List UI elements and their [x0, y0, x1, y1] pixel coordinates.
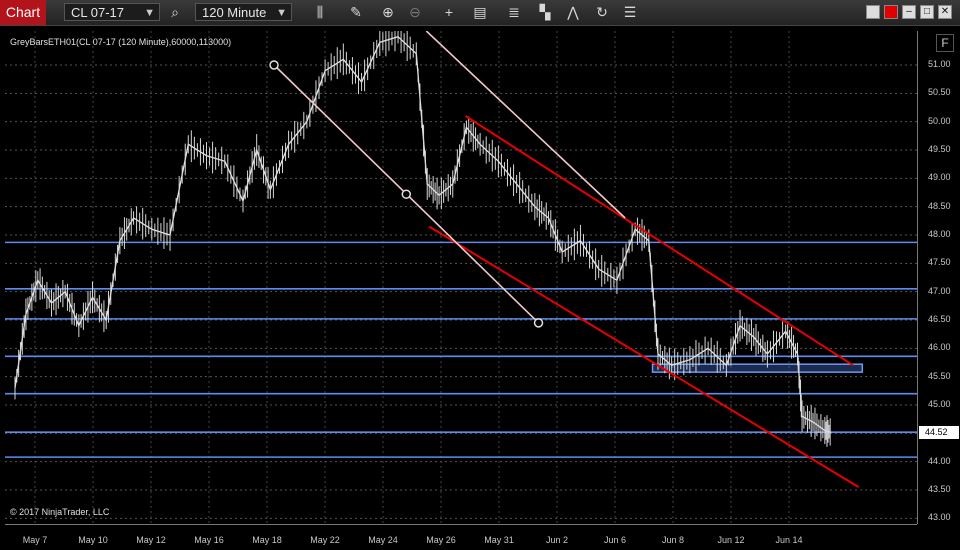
time-tick-label: May 31 — [484, 535, 514, 545]
copyright-text: © 2017 NinjaTrader, LLC — [10, 507, 110, 517]
time-tick-label: May 16 — [194, 535, 224, 545]
time-axis[interactable]: May 7 May 10 May 12 May 16 May 18 May 22 May 2… — [5, 524, 917, 550]
zoom-in-icon[interactable]: ⊕ — [379, 3, 397, 21]
time-tick-label: May 7 — [22, 535, 48, 545]
strategy-icon[interactable]: ≣ — [505, 3, 523, 21]
f-button[interactable]: F — [936, 34, 954, 52]
drawing-tools-icon[interactable]: ⋀ — [564, 3, 582, 21]
crosshair-icon[interactable]: + — [440, 3, 458, 21]
minimize-icon[interactable]: – — [902, 5, 916, 19]
search-icon[interactable]: ⌕ — [166, 3, 184, 21]
data-box-icon[interactable]: ▤ — [471, 3, 489, 21]
price-tick-label: 49.50 — [928, 144, 951, 154]
price-tick-label: 50.50 — [928, 87, 951, 98]
link-color-swatch[interactable] — [884, 5, 898, 19]
time-tick-label: May 18 — [252, 535, 282, 545]
interval-selector[interactable]: 120 Minute ▼ — [195, 3, 292, 21]
time-tick-label: Jun 2 — [545, 535, 569, 545]
close-icon[interactable]: ✕ — [938, 5, 952, 19]
properties-icon[interactable]: ☰ — [621, 3, 639, 21]
pencil-icon[interactable]: ✎ — [347, 3, 365, 21]
price-tick-label: 46.50 — [928, 314, 951, 324]
price-tick-label: 49.00 — [928, 172, 951, 183]
price-tick-label: 44.00 — [928, 455, 951, 466]
drawing-handle — [401, 189, 412, 199]
time-tick-label: Jun 6 — [603, 535, 627, 545]
price-tick-label: 50.00 — [928, 115, 951, 126]
series-label: GreyBarsETH01(CL 07-17 (120 Minute),6000… — [10, 37, 232, 47]
last-price-marker: 44.52 — [919, 426, 959, 440]
price-tick-label: 48.50 — [928, 200, 951, 211]
price-axis[interactable]: 51.00 50.50 50.00 49.50 49.00 48.50 48.00 47.50… — [917, 31, 960, 524]
price-tick-label: 45.50 — [928, 370, 951, 381]
time-tick-label: Jun 8 — [661, 535, 685, 545]
refresh-icon[interactable]: ↻ — [593, 3, 611, 21]
time-tick-label: May 10 — [78, 535, 108, 545]
time-tick-label: May 26 — [426, 535, 456, 545]
time-tick-label: May 24 — [368, 535, 398, 545]
link-color-button[interactable] — [866, 5, 880, 19]
chart-plot-area[interactable] — [5, 31, 917, 524]
price-tick-label: 43.50 — [928, 484, 951, 494]
price-tick-label: 47.50 — [928, 257, 951, 268]
chevron-down-icon: ▼ — [276, 7, 287, 19]
instrument-label: CL 07-17 — [71, 5, 124, 20]
zoom-out-icon[interactable]: ⊖ — [406, 3, 424, 21]
time-tick-label: Jun 14 — [775, 535, 803, 545]
instrument-selector[interactable]: CL 07-17 ▼ — [64, 3, 160, 21]
restore-icon[interactable]: □ — [920, 5, 934, 19]
indicators-icon[interactable]: ▚ — [536, 3, 554, 21]
chart-tab[interactable]: Chart — [0, 0, 46, 25]
drawing-handle — [533, 318, 544, 328]
time-tick-label: May 22 — [310, 535, 340, 545]
drawing-handle — [269, 60, 279, 70]
price-tick-label: 43.00 — [928, 512, 951, 523]
time-tick-label: May 12 — [136, 535, 166, 545]
price-tick-label: 48.00 — [928, 229, 951, 239]
interval-label: 120 Minute — [202, 5, 267, 20]
price-chart — [5, 31, 917, 524]
price-tick-label: 47.00 — [928, 285, 951, 296]
bars-icon[interactable]: ⫼ — [311, 3, 329, 21]
channel-line — [465, 115, 854, 367]
time-tick-label: Jun 12 — [717, 535, 745, 545]
toolbar: Chart CL 07-17 ▼ ⌕ 120 Minute ▼ ⫼ ✎ ⊕ ⊖ … — [0, 0, 960, 26]
price-tick-label: 51.00 — [928, 59, 951, 69]
price-tick-label: 46.00 — [928, 342, 951, 353]
price-tick-label: 45.00 — [928, 399, 951, 409]
chevron-down-icon: ▼ — [144, 7, 155, 19]
